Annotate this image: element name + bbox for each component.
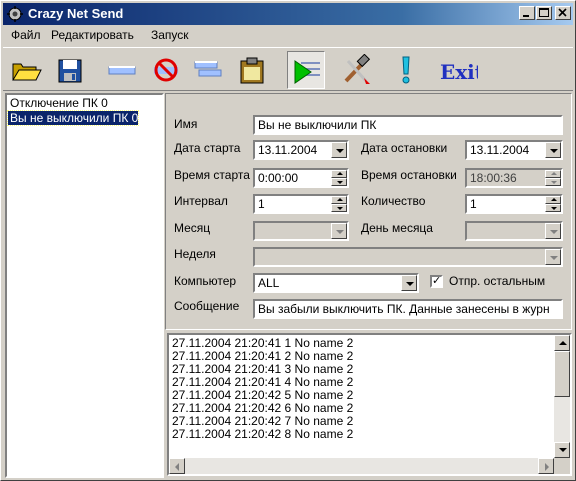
stop-date-label: Дата остановки <box>361 141 448 155</box>
scroll-left-arrow-icon[interactable] <box>169 458 185 474</box>
menu-file[interactable]: Файл <box>11 28 41 42</box>
task-list[interactable]: Отключение ПК 0 Вы не выключили ПК 0 <box>5 93 164 478</box>
computer-label: Компьютер <box>174 274 237 288</box>
stop-date-dropdown-arrow-icon[interactable] <box>545 142 561 158</box>
maximize-button[interactable] <box>536 6 552 20</box>
interval-label: Интервал <box>174 194 228 208</box>
close-icon <box>558 8 567 17</box>
menu-bar: Файл Редактировать Запуск <box>3 26 573 46</box>
start-date-value: 13.11.2004 <box>258 143 318 157</box>
edit-task-button[interactable] <box>189 51 227 89</box>
message-input[interactable]: Вы забыли выключить ПК. Данные занесены … <box>253 299 563 319</box>
start-time-spin-buttons[interactable] <box>331 170 347 186</box>
task-list-item-selected[interactable]: Вы не выключили ПК 0 <box>6 110 140 126</box>
task-list-item[interactable]: Отключение ПК 0 <box>8 96 108 110</box>
day-of-month-label: День месяца <box>361 221 433 235</box>
interval-value: 1 <box>258 197 265 211</box>
scroll-down-arrow-icon[interactable] <box>554 442 570 458</box>
app-window: Crazy Net Send Файл Редактировать Запуск <box>0 0 576 481</box>
vertical-scroll-thumb[interactable] <box>554 351 570 397</box>
new-task-button[interactable] <box>103 51 141 89</box>
start-date-dropdown-arrow-icon[interactable] <box>331 142 347 158</box>
computer-dropdown-arrow-icon[interactable] <box>401 275 417 291</box>
minimize-button[interactable] <box>519 6 535 20</box>
name-input[interactable]: Вы не выключили ПК <box>253 115 563 135</box>
minimize-icon <box>523 15 529 17</box>
interval-spinner[interactable]: 1 <box>253 194 349 214</box>
maximize-icon <box>539 8 549 17</box>
week-dropdown-arrow-icon[interactable] <box>545 249 561 265</box>
open-button[interactable] <box>7 51 45 89</box>
toolbar: Exit <box>3 47 573 91</box>
count-spinner[interactable]: 1 <box>465 194 563 214</box>
start-date-label: Дата старта <box>174 141 241 155</box>
info-icon <box>402 56 410 84</box>
send-log[interactable]: 27.11.2004 21:20:41 1 No name 2 27.11.20… <box>167 333 572 476</box>
send-others-checkbox[interactable] <box>430 274 443 288</box>
scroll-right-arrow-icon[interactable] <box>538 458 554 474</box>
start-time-label: Время старта <box>174 168 250 182</box>
day-of-month-combo[interactable] <box>465 221 563 241</box>
run-icon <box>294 60 320 84</box>
exit-icon: Exit <box>440 60 478 84</box>
run-button[interactable] <box>287 51 325 89</box>
stop-date-combo[interactable]: 13.11.2004 <box>465 140 563 160</box>
stop-date-value: 13.11.2004 <box>470 143 530 157</box>
menu-run[interactable]: Запуск <box>151 28 189 42</box>
title-bar[interactable]: Crazy Net Send <box>3 3 573 25</box>
count-value: 1 <box>470 197 477 211</box>
name-label: Имя <box>174 117 198 131</box>
week-combo[interactable] <box>253 247 563 267</box>
task-details-panel: Имя Вы не выключили ПК Дата старта 13.11… <box>165 93 573 478</box>
send-others-label: Отпр. остальным <box>449 274 546 288</box>
stop-time-spinner[interactable]: 18:00:36 <box>465 168 563 188</box>
start-time-value: 0:00:00 <box>258 171 299 185</box>
computer-value: ALL <box>258 276 280 290</box>
app-icon <box>7 6 23 22</box>
menu-edit[interactable]: Редактировать <box>51 28 134 42</box>
delete-icon <box>154 58 178 82</box>
delete-task-button[interactable] <box>147 51 185 89</box>
count-spin-buttons[interactable] <box>545 196 561 212</box>
save-disk-icon <box>58 59 82 83</box>
interval-spin-buttons[interactable] <box>331 196 347 212</box>
stop-time-label: Время остановки <box>361 168 457 182</box>
save-button[interactable] <box>51 51 89 89</box>
scrollbar-corner <box>554 458 570 474</box>
info-button[interactable] <box>387 51 425 89</box>
start-date-combo[interactable]: 13.11.2004 <box>253 140 349 160</box>
open-folder-icon <box>12 63 42 81</box>
exit-button[interactable]: Exit <box>435 51 478 89</box>
month-dropdown-arrow-icon[interactable] <box>331 223 347 239</box>
paste-button[interactable] <box>233 51 271 89</box>
message-label: Сообщение <box>174 299 240 313</box>
clipboard-icon <box>240 57 264 84</box>
window-title: Crazy Net Send <box>28 6 124 21</box>
stop-time-value: 18:00:36 <box>470 171 517 185</box>
log-horizontal-scrollbar[interactable] <box>169 458 554 474</box>
log-line: 27.11.2004 21:20:42 8 No name 2 <box>172 427 354 441</box>
scroll-up-arrow-icon[interactable] <box>554 335 570 351</box>
computer-combo[interactable]: ALL <box>253 273 419 293</box>
close-button[interactable] <box>555 6 571 20</box>
week-label: Неделя <box>174 247 216 261</box>
stop-time-spin-buttons[interactable] <box>545 170 561 186</box>
count-label: Количество <box>361 194 426 208</box>
log-vertical-scrollbar[interactable] <box>554 335 570 458</box>
edit-item-icon <box>194 61 222 77</box>
month-combo[interactable] <box>253 221 349 241</box>
settings-button[interactable] <box>337 51 375 89</box>
new-item-icon <box>108 66 136 75</box>
exit-label: Exit <box>440 60 478 84</box>
tools-icon <box>344 54 371 84</box>
day-of-month-dropdown-arrow-icon[interactable] <box>545 223 561 239</box>
start-time-spinner[interactable]: 0:00:00 <box>253 168 349 188</box>
month-label: Месяц <box>174 221 211 235</box>
